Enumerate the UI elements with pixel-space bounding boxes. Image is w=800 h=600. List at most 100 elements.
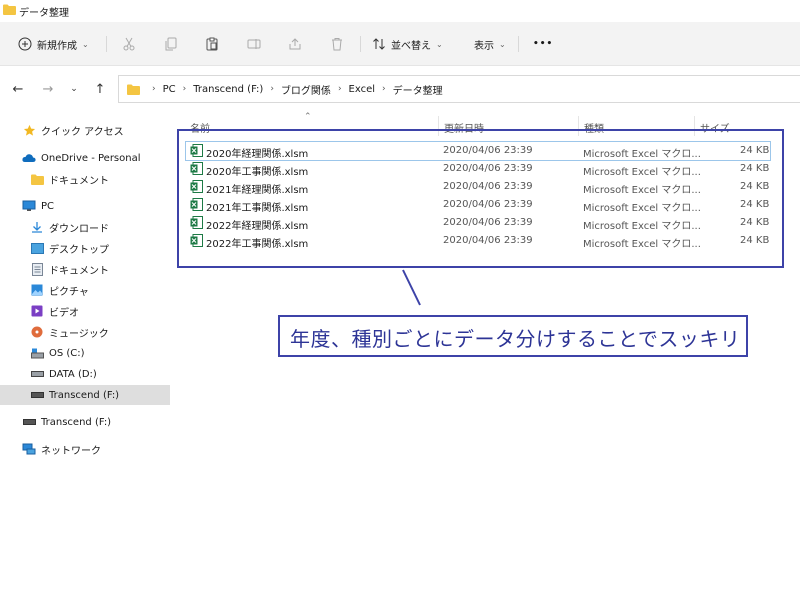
sidebar-item-pc[interactable]: PC: [0, 196, 170, 216]
scissors-icon: [123, 37, 135, 51]
sidebar-item-videos[interactable]: ビデオ: [0, 301, 170, 321]
more-options-button[interactable]: •••: [533, 34, 553, 54]
breadcrumb-blog[interactable]: ブログ関係: [281, 82, 331, 97]
sidebar-item-label: Transcend (F:): [49, 389, 120, 401]
sidebar-item-label: ドキュメント: [49, 265, 109, 277]
sort-button-label: 並べ替え: [391, 40, 431, 52]
cloud-icon: [22, 151, 36, 165]
sidebar-item-os-c[interactable]: OS (C:): [0, 343, 170, 363]
sidebar-item-label: DATA (D:): [49, 368, 97, 380]
toolbar-divider: [106, 36, 107, 52]
sidebar-item-label: ピクチャ: [49, 286, 89, 298]
folder-icon: [30, 172, 44, 186]
sidebar-item-data-d[interactable]: DATA (D:): [0, 364, 170, 384]
sidebar-item-label: デスクトップ: [49, 244, 109, 256]
sidebar-item-quick-access[interactable]: クイック アクセス: [0, 120, 170, 140]
trash-icon: [332, 38, 342, 51]
annotation-callout: 年度、種別ごとにデータ分けすることでスッキリ: [278, 315, 748, 357]
address-bar[interactable]: › PC › Transcend (F:) › ブログ関係 › Excel › …: [118, 75, 800, 103]
breadcrumb-pc[interactable]: PC: [163, 84, 176, 95]
arrow-right-icon: →: [42, 81, 54, 97]
sidebar-item-desktop[interactable]: デスクトップ: [0, 238, 170, 258]
sidebar-item-label: クイック アクセス: [41, 126, 124, 138]
share-icon: [289, 38, 301, 50]
toolbar-divider: [518, 36, 519, 52]
clipboard-icon: [206, 37, 218, 51]
sidebar-item-onedrive[interactable]: OneDrive - Personal: [0, 148, 170, 168]
chevron-right-icon: ›: [182, 84, 187, 94]
sidebar-item-label: OS (C:): [49, 347, 85, 359]
sidebar-item-label: ドキュメント: [49, 175, 109, 187]
sidebar-item-transcend-f-selected[interactable]: Transcend (F:): [0, 385, 170, 405]
sidebar-item-music[interactable]: ミュージック: [0, 322, 170, 342]
usb-drive-icon: [22, 415, 36, 429]
sort-button[interactable]: 並べ替え ⌄: [372, 34, 443, 54]
breadcrumb-excel[interactable]: Excel: [349, 84, 376, 95]
new-button-label: 新規作成: [37, 40, 77, 52]
usb-drive-icon: [30, 388, 44, 402]
document-icon: [30, 262, 44, 276]
breadcrumb-drive[interactable]: Transcend (F:): [193, 84, 263, 95]
drive-os-icon: [30, 346, 44, 360]
recent-locations-button[interactable]: ⌄: [66, 81, 82, 97]
chevron-right-icon: ›: [270, 84, 274, 94]
toolbar-divider: [360, 36, 361, 52]
drive-icon: [30, 367, 44, 381]
plus-circle-icon: [18, 37, 32, 51]
navigation-pane: クイック アクセス OneDrive - Personal ドキュメント PC …: [0, 112, 172, 600]
sidebar-item-label: PC: [41, 200, 55, 212]
back-button[interactable]: ←: [10, 81, 26, 97]
arrow-up-icon: ↑: [94, 81, 106, 97]
chevron-right-icon: ›: [152, 84, 156, 94]
star-icon: [22, 123, 36, 137]
cut-button[interactable]: [120, 34, 138, 54]
annotation-highlight-box: [177, 129, 784, 268]
copy-icon: [165, 37, 177, 51]
rename-button[interactable]: [245, 34, 263, 54]
forward-button[interactable]: →: [40, 81, 56, 97]
more-icon: •••: [533, 39, 554, 49]
view-button[interactable]: 表示 ⌄: [474, 34, 506, 54]
sort-ascending-icon: ⌃: [304, 112, 312, 122]
copy-button[interactable]: [162, 34, 180, 54]
sidebar-item-label: ビデオ: [49, 307, 79, 319]
breadcrumb-current[interactable]: データ整理: [393, 82, 443, 97]
computer-icon: [22, 199, 36, 213]
title-bar: データ整理: [0, 0, 800, 22]
download-icon: [30, 220, 44, 234]
sidebar-item-label: Transcend (F:): [41, 416, 112, 428]
sidebar-item-label: ミュージック: [49, 328, 109, 340]
chevron-down-icon: ⌄: [499, 39, 506, 49]
sidebar-item-label: OneDrive - Personal: [41, 152, 141, 164]
music-icon: [30, 325, 44, 339]
up-button[interactable]: ↑: [92, 81, 108, 97]
sidebar-item-pictures[interactable]: ピクチャ: [0, 280, 170, 300]
folder-icon: [127, 84, 140, 95]
delete-button[interactable]: [328, 34, 346, 54]
paste-button[interactable]: [203, 34, 221, 54]
desktop-icon: [30, 241, 44, 255]
chevron-down-icon: ⌄: [70, 84, 78, 94]
sidebar-item-downloads[interactable]: ダウンロード: [0, 217, 170, 237]
sidebar-item-onedrive-documents[interactable]: ドキュメント: [0, 169, 170, 189]
picture-icon: [30, 283, 44, 297]
video-icon: [30, 304, 44, 318]
rename-icon: [247, 39, 261, 49]
sidebar-item-label: ダウンロード: [49, 223, 109, 235]
sidebar-item-documents[interactable]: ドキュメント: [0, 259, 170, 279]
folder-icon: [3, 4, 16, 15]
chevron-down-icon: ⌄: [436, 39, 443, 49]
sidebar-item-label: ネットワーク: [41, 445, 101, 457]
sidebar-item-transcend-f[interactable]: Transcend (F:): [0, 412, 170, 432]
share-button[interactable]: [286, 34, 304, 54]
chevron-down-icon: ⌄: [82, 39, 89, 49]
navigation-bar: ← → ⌄ ↑ › PC › Transcend (F:) › ブログ関係 › …: [0, 66, 800, 112]
command-bar: 新規作成 ⌄ 並べ替え ⌄ 表示 ⌄ •••: [0, 22, 800, 66]
new-button[interactable]: 新規作成 ⌄: [18, 34, 89, 54]
arrow-left-icon: ←: [12, 81, 24, 97]
breadcrumb: › PC › Transcend (F:) › ブログ関係 › Excel › …: [145, 82, 443, 97]
sidebar-item-network[interactable]: ネットワーク: [0, 439, 170, 459]
network-icon: [22, 442, 36, 456]
view-button-label: 表示: [474, 40, 494, 52]
chevron-right-icon: ›: [382, 84, 386, 94]
